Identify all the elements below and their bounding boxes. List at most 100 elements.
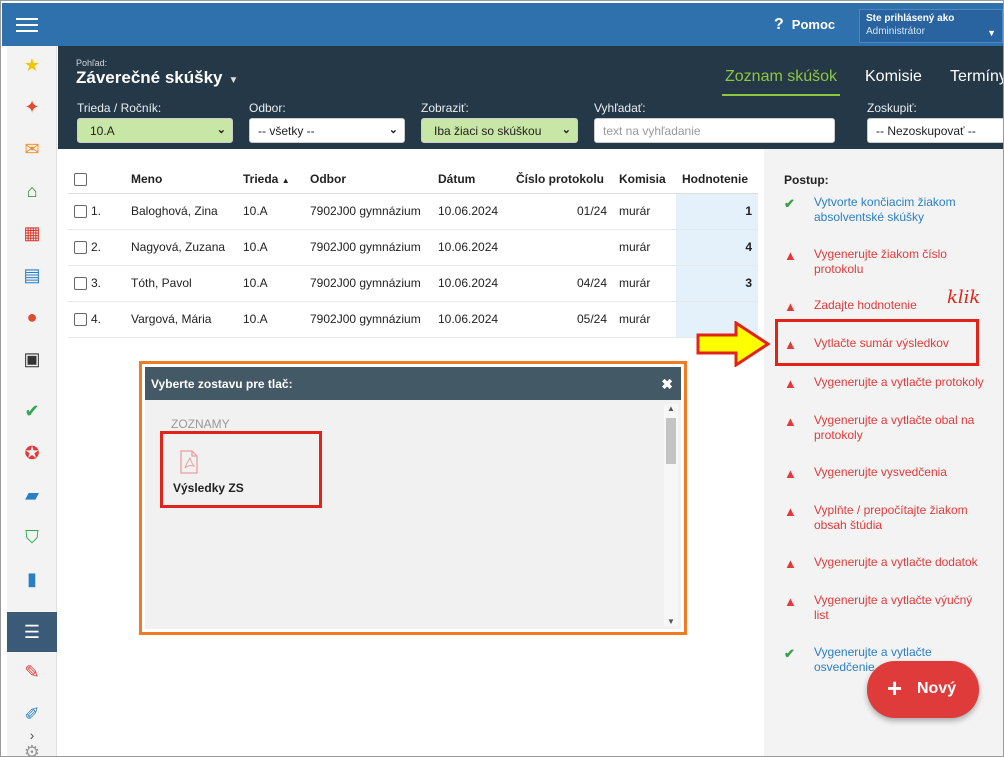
cell-protokol: 04/24 [510, 265, 613, 302]
exams-table: Meno Trieda ▲ Odbor Dátum Číslo protokol… [68, 165, 758, 338]
row-number: 4. [91, 311, 102, 326]
col-cislo-protokolu[interactable]: Číslo protokolu [510, 165, 613, 194]
menu-icon[interactable] [16, 14, 38, 34]
check-icon: ✔ [784, 196, 795, 211]
scroll-down-icon[interactable]: ▼ [667, 617, 675, 626]
scrollbar-thumb[interactable] [666, 418, 676, 464]
cell-odbor: 7902J00 gymnázium [304, 193, 432, 230]
calendar-icon[interactable]: ▣ [21, 348, 43, 370]
app-window: ? Pomoc Ste prihlásený ako Administrátor … [0, 0, 1004, 757]
table-row[interactable]: 3. Tóth, Pavol 10.A 7902J00 gymnázium 10… [68, 265, 758, 302]
chevron-down-icon: ⌄ [216, 124, 226, 136]
table-row[interactable]: 2. Nagyová, Zuzana 10.A 7902J00 gymnáziu… [68, 229, 758, 266]
step-label: Vygenerujte a vytlačte výučný list [814, 593, 973, 622]
row-checkbox[interactable] [74, 205, 87, 219]
col-datum[interactable]: Dátum [432, 165, 510, 194]
cell-odbor: 7902J00 gymnázium [304, 229, 432, 266]
chat-icon[interactable]: ✎ [21, 661, 43, 683]
close-icon[interactable]: ✖ [661, 376, 673, 393]
table-row[interactable]: 4. Vargová, Mária 10.A 7902J00 gymnázium… [68, 301, 758, 338]
zoskupit-value: -- Nezoskupovať -- [876, 124, 976, 138]
col-hodnotenie[interactable]: Hodnotenie [676, 165, 758, 194]
cell-odbor: 7902J00 gymnázium [304, 301, 432, 338]
row-checkbox[interactable] [74, 313, 87, 327]
scroll-up-icon[interactable]: ▲ [667, 404, 675, 413]
step-label: Vygenerujte a vytlačte dodatok [814, 555, 978, 569]
col-komisia[interactable]: Komisia [613, 165, 676, 194]
col-meno[interactable]: Meno [125, 165, 237, 194]
zoskupit-select[interactable]: -- Nezoskupovať -- [867, 118, 1003, 143]
check-circle-icon[interactable]: ✔ [21, 400, 43, 422]
cell-meno[interactable]: Nagyová, Zuzana [125, 229, 237, 266]
table-row[interactable]: 1. Baloghová, Zina 10.A 7902J00 gymnáziu… [68, 193, 758, 230]
cell-hodnotenie[interactable]: 3 [676, 265, 758, 302]
home-icon[interactable]: ⌂ [21, 180, 43, 202]
page-title[interactable]: Záverečné skúšky ▼ [76, 68, 238, 88]
cell-meno[interactable]: Baloghová, Zina [125, 193, 237, 230]
odbor-select[interactable]: -- všetky -- ⌄ [249, 118, 405, 143]
new-button[interactable]: + Nový [867, 661, 979, 718]
col-trieda-label: Trieda [243, 171, 279, 186]
cell-meno[interactable]: Tóth, Pavol [125, 265, 237, 302]
trieda-label: Trieda / Ročník: [77, 101, 162, 115]
star-icon[interactable]: ★ [21, 54, 43, 76]
trieda-value: 10.A [90, 124, 115, 138]
notebook-icon[interactable]: ▤ [21, 264, 43, 286]
row-checkbox[interactable] [74, 241, 87, 255]
table-header-row: Meno Trieda ▲ Odbor Dátum Číslo protokol… [68, 165, 758, 194]
calendar-grid-icon[interactable]: ▦ [21, 222, 43, 244]
top-bar: ? Pomoc Ste prihlásený ako Administrátor … [2, 3, 1003, 46]
sidebar: ★ ✦ ✉ ⌂ ▦ ▤ ● ▣ ✔ ✪ ▰ ⛉ ▮ ☰ ✎ ✐ › ⚙ [7, 46, 57, 756]
warning-icon: ▲ [784, 594, 797, 609]
cell-datum: 10.06.2024 [432, 193, 510, 230]
cell-hodnotenie[interactable]: 1 [676, 193, 758, 230]
user-icon[interactable]: ● [21, 306, 43, 328]
tab-zoznam-skusok[interactable]: Zoznam skúšok [725, 68, 837, 86]
bar-chart-icon[interactable]: ▮ [21, 568, 43, 590]
scrollbar[interactable]: ▲ ▼ [664, 404, 678, 626]
badge-icon[interactable]: ✪ [21, 442, 43, 464]
zoskupit-label: Zoskupiť: [867, 101, 917, 115]
check-icon: ✔ [784, 646, 795, 661]
cell-datum: 10.06.2024 [432, 229, 510, 266]
cell-protokol: 05/24 [510, 301, 613, 338]
shield-check-icon[interactable]: ⛉ [21, 526, 43, 548]
select-all-checkbox[interactable] [74, 172, 87, 186]
user-dropdown[interactable]: Ste prihlásený ako Administrátor ▼ [859, 9, 1003, 43]
gear-icon[interactable]: ⚙ [21, 741, 43, 756]
section-label: ZOZNAMY [171, 417, 230, 431]
warning-icon: ▲ [784, 376, 797, 391]
help-button[interactable]: ? Pomoc [774, 16, 835, 34]
search-input[interactable]: text na vyhľadanie [594, 118, 835, 143]
print-report-dialog: Vyberte zostavu pre tlač: ✖ ZOZNAMY Výsl… [139, 361, 687, 635]
step-label: Vygenerujte a vytlačte obal na protokoly [814, 413, 975, 442]
magic-wand-icon[interactable]: ✦ [21, 96, 43, 118]
book-icon[interactable]: ☰ [21, 621, 43, 643]
vyhladat-label: Vyhľadať: [594, 101, 646, 115]
briefcase-icon[interactable]: ▰ [21, 484, 43, 506]
cell-hodnotenie[interactable]: 4 [676, 229, 758, 266]
pen-icon[interactable]: ✐ [21, 703, 43, 725]
odbor-label: Odbor: [249, 101, 286, 115]
search-placeholder: text na vyhľadanie [603, 124, 701, 138]
chevron-down-icon: ⌄ [388, 124, 398, 136]
new-button-label: Nový [917, 680, 957, 697]
trieda-select[interactable]: 10.A ⌄ [77, 118, 233, 143]
zobrazit-label: Zobraziť: [421, 101, 469, 115]
chevron-down-icon: ⌄ [561, 124, 571, 136]
mail-icon[interactable]: ✉ [21, 138, 43, 160]
row-number: 3. [91, 275, 102, 290]
col-odbor[interactable]: Odbor [304, 165, 432, 194]
cell-meno[interactable]: Vargová, Mária [125, 301, 237, 338]
odbor-value: -- všetky -- [258, 124, 315, 138]
cell-protokol: 01/24 [510, 193, 613, 230]
row-checkbox[interactable] [74, 277, 87, 291]
tab-terminy[interactable]: Termíny [950, 68, 1003, 86]
step-label: Vygenerujte vysvedčenia [814, 465, 947, 479]
cell-komisia: murár [613, 265, 676, 302]
zobrazit-select[interactable]: Iba žiaci so skúškou ⌄ [421, 118, 578, 143]
tab-komisie[interactable]: Komisie [865, 68, 922, 86]
postup-title: Postup: [784, 173, 829, 187]
arrow-right-icon [696, 321, 771, 367]
col-trieda[interactable]: Trieda ▲ [237, 165, 304, 194]
